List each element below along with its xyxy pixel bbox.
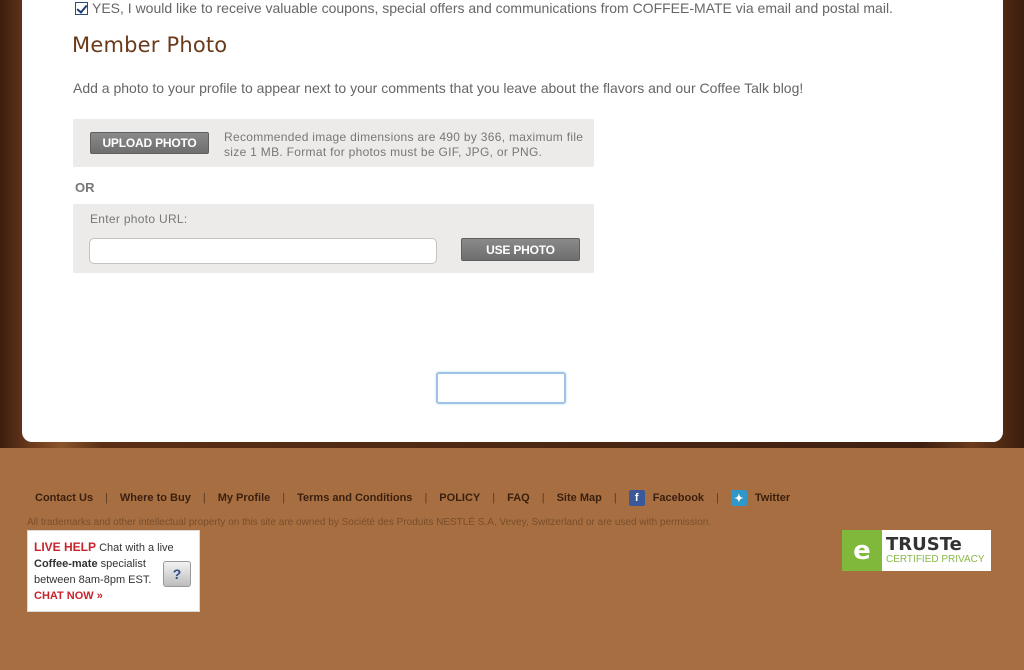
upload-note: Recommended image dimensions are 490 by … (224, 130, 584, 159)
live-help-brand: Coffee-mate (34, 558, 98, 570)
footer-link-faq[interactable]: FAQ (507, 492, 530, 504)
legal-text: All trademarks and other intellectual pr… (27, 517, 712, 528)
footer-link-site-map[interactable]: Site Map (557, 492, 602, 504)
footer-separator: | (202, 492, 206, 504)
upload-photo-button[interactable]: UPLOAD PHOTO (90, 132, 209, 154)
footer-link-facebook[interactable]: Facebook (653, 492, 704, 504)
footer-separator: | (105, 492, 108, 504)
live-help-line1: Chat with a live (99, 542, 174, 554)
footer-link-terms[interactable]: Terms and Conditions (297, 492, 412, 504)
photo-url-input[interactable] (89, 238, 437, 264)
chat-now-link[interactable]: CHAT NOW » (34, 588, 193, 604)
upload-photo-panel: UPLOAD PHOTO Recommended image dimension… (73, 119, 594, 167)
truste-subtitle: CERTIFIED PRIVACY (886, 553, 985, 565)
live-help-widget[interactable]: LIVE HELP Chat with a live Coffee-mate s… (27, 530, 200, 612)
truste-logo-icon: e (842, 530, 882, 571)
use-photo-button[interactable]: USE PHOTO (461, 238, 580, 261)
photo-url-panel: Enter photo URL: USE PHOTO (73, 204, 594, 273)
footer-nav: Contact Us | Where to Buy | My Profile |… (35, 490, 790, 506)
footer-separator: | (716, 492, 719, 504)
truste-badge[interactable]: e TRUSTe CERTIFIED PRIVACY (842, 530, 991, 571)
member-photo-intro: Add a photo to your profile to appear ne… (73, 80, 804, 96)
facebook-icon[interactable]: f (628, 490, 645, 506)
photo-url-label: Enter photo URL: (90, 212, 188, 226)
chat-bubble-icon: ? (163, 561, 191, 587)
optin-checkbox[interactable] (75, 1, 88, 15)
footer-link-my-profile[interactable]: My Profile (218, 492, 271, 504)
footer-separator: | (613, 492, 617, 504)
footer-separator: | (282, 492, 286, 504)
footer-link-contact-us[interactable]: Contact Us (35, 492, 93, 504)
footer-link-policy[interactable]: POLICY (439, 492, 480, 504)
optin-row[interactable]: YES, I would like to receive valuable co… (75, 0, 893, 16)
footer-separator: | (541, 492, 545, 504)
live-help-line2: specialist (100, 558, 146, 570)
footer-link-twitter[interactable]: Twitter (755, 492, 790, 504)
or-label: OR (75, 180, 95, 195)
optin-label: YES, I would like to receive valuable co… (92, 0, 893, 16)
truste-name: TRUSTe (886, 533, 962, 555)
member-photo-title: Member Photo (72, 33, 228, 57)
footer-link-where-to-buy[interactable]: Where to Buy (120, 492, 191, 504)
footer-separator: | (492, 492, 496, 504)
footer-separator: | (424, 492, 428, 504)
live-help-title: LIVE HELP (34, 540, 97, 554)
submit-button[interactable] (436, 372, 566, 404)
twitter-icon[interactable]: ✦ (730, 490, 747, 506)
